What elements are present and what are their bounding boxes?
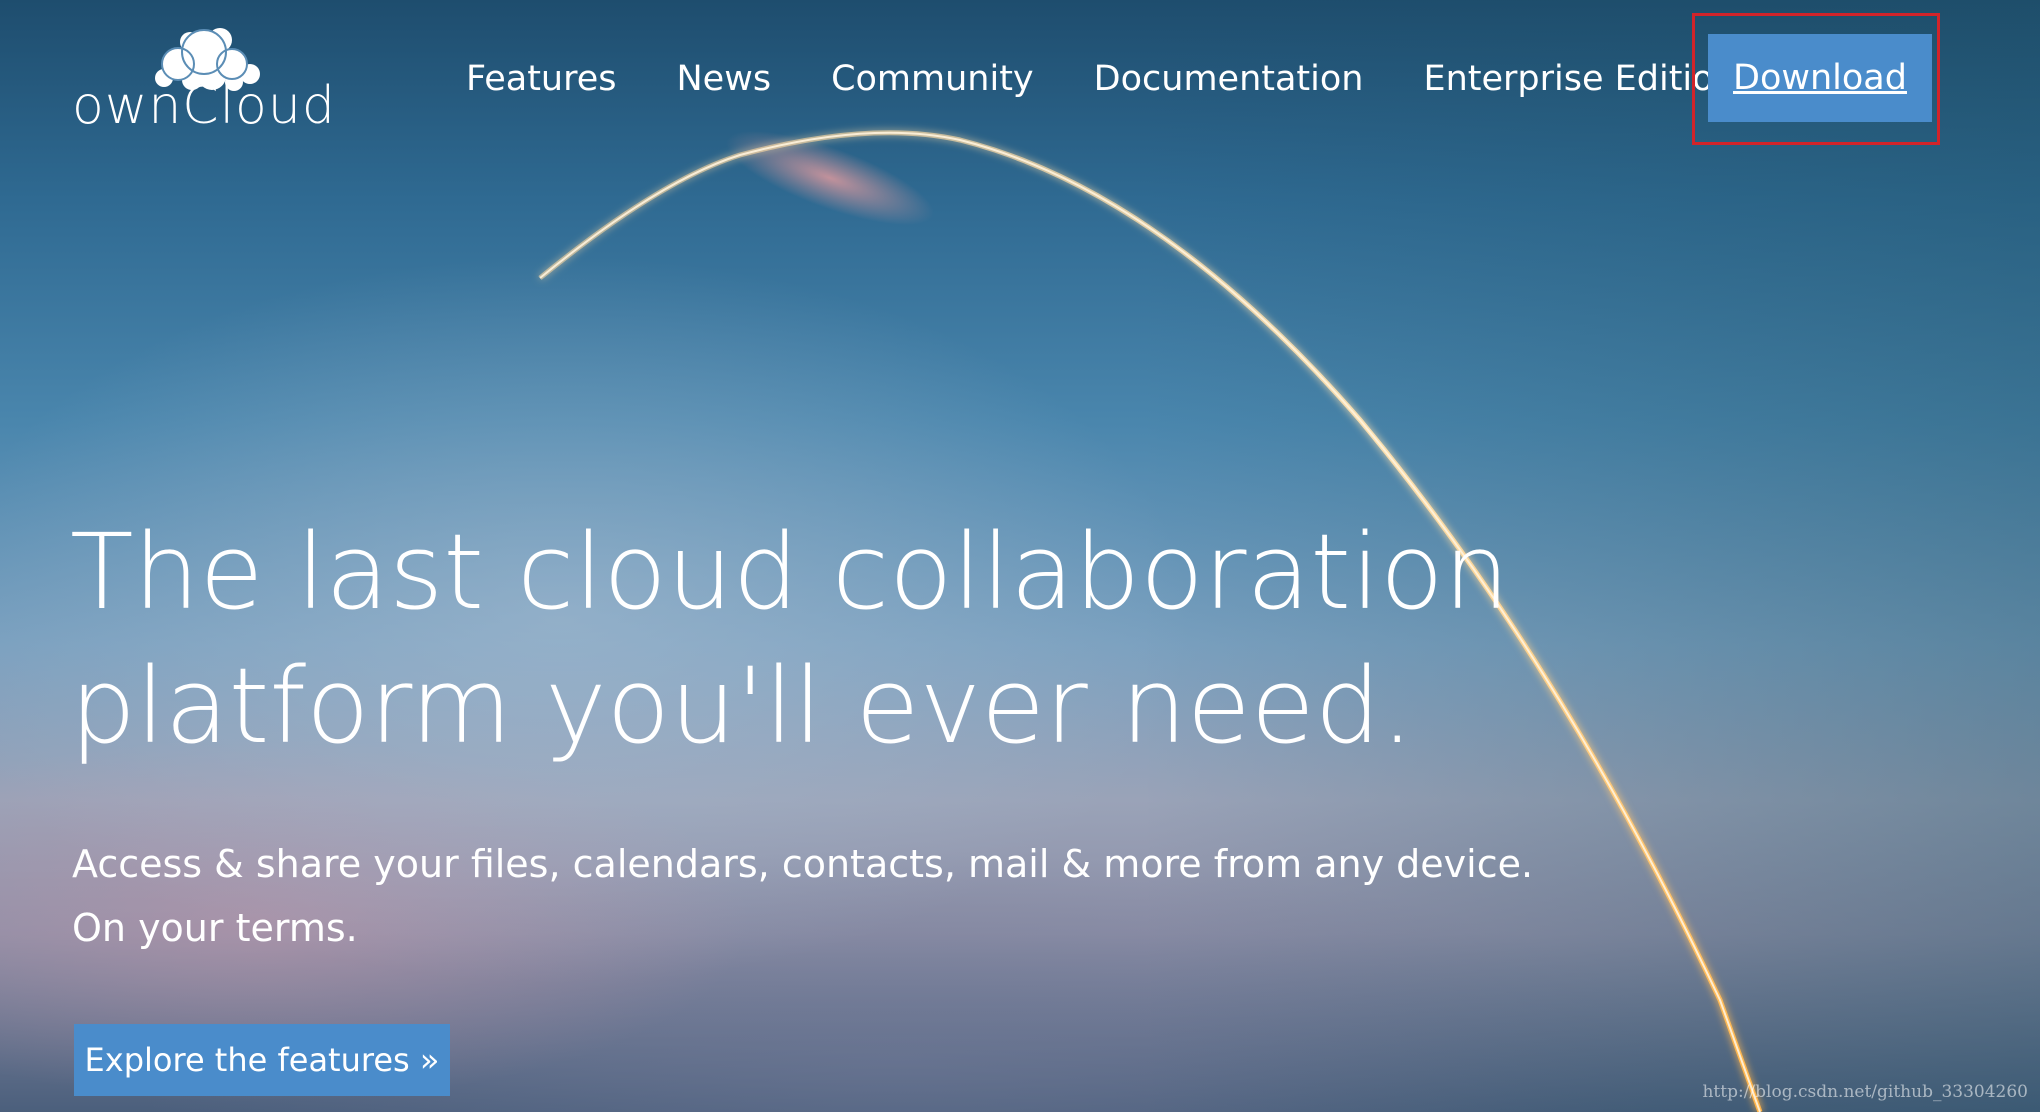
- hero-title-line-2: platform you'll ever need.: [70, 645, 1414, 767]
- hero-subtitle: Access & share your files, calendars, co…: [72, 832, 1572, 960]
- hero-subtitle-line-1: Access & share your files, calendars, co…: [72, 842, 1534, 886]
- owncloud-logo[interactable]: ownCloud: [72, 24, 335, 136]
- nav-item-community[interactable]: Community: [831, 59, 1034, 99]
- download-button[interactable]: Download: [1708, 34, 1932, 122]
- hero-title: The last cloud collaboration platform yo…: [70, 505, 1570, 773]
- watermark: http://blog.csdn.net/github_33304260: [1702, 1082, 2028, 1102]
- hero-page: ownCloud Features News Community Documen…: [0, 0, 2040, 1112]
- hero-subtitle-line-2: On your terms.: [72, 906, 358, 950]
- main-nav: Features News Community Documentation En…: [466, 52, 1796, 106]
- nav-item-enterprise-edition[interactable]: Enterprise Edition: [1423, 59, 1735, 99]
- brand-name: ownCloud: [72, 76, 336, 136]
- explore-features-button[interactable]: Explore the features »: [74, 1024, 450, 1096]
- nav-item-features[interactable]: Features: [466, 59, 617, 99]
- hero-title-line-1: The last cloud collaboration: [70, 511, 1510, 633]
- nav-item-documentation[interactable]: Documentation: [1094, 59, 1364, 99]
- nav-item-news[interactable]: News: [677, 59, 772, 99]
